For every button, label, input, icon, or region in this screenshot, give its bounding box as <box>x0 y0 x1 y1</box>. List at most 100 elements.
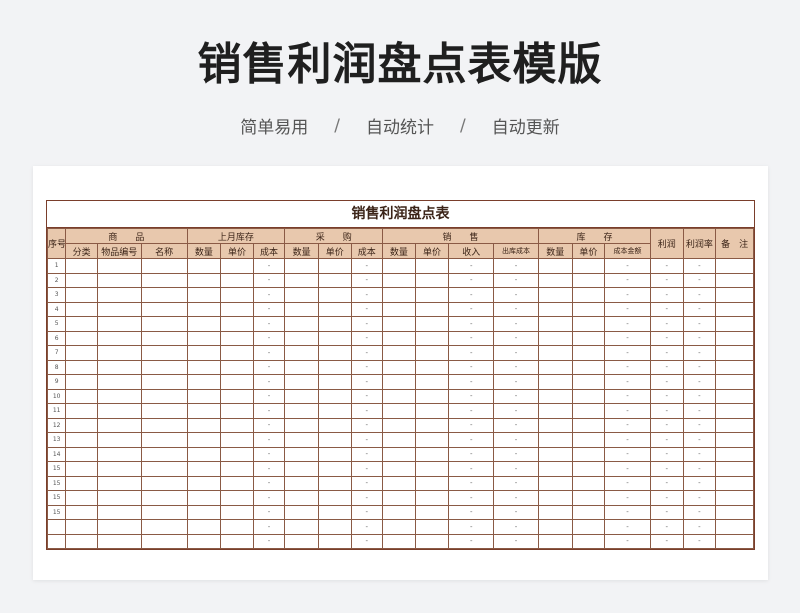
table-cell[interactable] <box>140 533 188 549</box>
table-cell[interactable] <box>715 417 754 433</box>
table-cell[interactable] <box>284 287 319 303</box>
table-cell[interactable] <box>537 258 573 274</box>
table-cell[interactable] <box>414 272 450 288</box>
table-cell[interactable] <box>537 504 573 520</box>
row-seq[interactable]: 5 <box>46 316 67 332</box>
computed-cell[interactable]: - <box>448 432 495 448</box>
table-cell[interactable] <box>382 345 416 361</box>
table-cell[interactable] <box>186 345 222 361</box>
table-cell[interactable] <box>140 403 188 419</box>
computed-cell[interactable]: - <box>252 287 286 303</box>
table-cell[interactable] <box>284 359 319 375</box>
computed-cell[interactable]: - <box>493 403 539 419</box>
table-cell[interactable] <box>284 388 319 404</box>
computed-cell[interactable]: - <box>350 388 384 404</box>
table-cell[interactable] <box>317 490 352 506</box>
computed-cell[interactable]: - <box>493 258 539 274</box>
table-cell[interactable] <box>96 345 142 361</box>
table-cell[interactable] <box>537 533 573 549</box>
table-cell[interactable] <box>317 533 352 549</box>
table-cell[interactable] <box>220 403 254 419</box>
computed-cell[interactable]: - <box>350 316 384 332</box>
table-cell[interactable] <box>186 461 222 477</box>
table-cell[interactable] <box>284 533 319 549</box>
table-cell[interactable] <box>317 316 352 332</box>
table-cell[interactable] <box>414 301 450 317</box>
table-cell[interactable] <box>186 490 222 506</box>
computed-cell[interactable]: - <box>604 533 651 549</box>
table-cell[interactable] <box>186 432 222 448</box>
table-cell[interactable] <box>414 316 450 332</box>
row-seq[interactable]: 10 <box>46 388 67 404</box>
table-cell[interactable] <box>96 374 142 390</box>
computed-cell[interactable]: - <box>350 258 384 274</box>
computed-cell[interactable]: - <box>493 345 539 361</box>
table-cell[interactable] <box>284 272 319 288</box>
row-seq[interactable]: 6 <box>46 330 67 346</box>
computed-cell[interactable]: - <box>252 272 286 288</box>
computed-cell[interactable]: - <box>649 345 684 361</box>
computed-cell[interactable]: - <box>649 272 684 288</box>
table-cell[interactable] <box>186 519 222 535</box>
table-cell[interactable] <box>186 533 222 549</box>
table-cell[interactable] <box>715 519 754 535</box>
table-cell[interactable] <box>284 374 319 390</box>
table-cell[interactable] <box>186 359 222 375</box>
computed-cell[interactable]: - <box>682 359 717 375</box>
computed-cell[interactable]: - <box>649 417 684 433</box>
computed-cell[interactable]: - <box>350 330 384 346</box>
table-cell[interactable] <box>96 316 142 332</box>
table-cell[interactable] <box>140 316 188 332</box>
table-cell[interactable] <box>96 519 142 535</box>
computed-cell[interactable]: - <box>682 258 717 274</box>
computed-cell[interactable]: - <box>649 403 684 419</box>
computed-cell[interactable]: - <box>493 432 539 448</box>
table-cell[interactable] <box>317 301 352 317</box>
table-cell[interactable] <box>140 374 188 390</box>
computed-cell[interactable]: - <box>252 258 286 274</box>
table-cell[interactable] <box>317 287 352 303</box>
table-cell[interactable] <box>220 490 254 506</box>
row-seq[interactable] <box>46 519 67 535</box>
computed-cell[interactable]: - <box>649 258 684 274</box>
table-cell[interactable] <box>537 388 573 404</box>
computed-cell[interactable]: - <box>350 446 384 462</box>
table-cell[interactable] <box>382 432 416 448</box>
table-cell[interactable] <box>220 519 254 535</box>
computed-cell[interactable]: - <box>350 417 384 433</box>
row-seq[interactable]: 15 <box>46 490 67 506</box>
table-cell[interactable] <box>96 432 142 448</box>
table-cell[interactable] <box>96 330 142 346</box>
computed-cell[interactable]: - <box>448 490 495 506</box>
computed-cell[interactable]: - <box>682 519 717 535</box>
table-cell[interactable] <box>96 258 142 274</box>
table-cell[interactable] <box>537 432 573 448</box>
table-cell[interactable] <box>571 490 606 506</box>
table-cell[interactable] <box>715 533 754 549</box>
computed-cell[interactable]: - <box>350 345 384 361</box>
computed-cell[interactable]: - <box>682 345 717 361</box>
table-cell[interactable] <box>220 446 254 462</box>
table-cell[interactable] <box>571 475 606 491</box>
computed-cell[interactable]: - <box>252 504 286 520</box>
table-cell[interactable] <box>96 359 142 375</box>
row-seq[interactable]: 3 <box>46 287 67 303</box>
computed-cell[interactable]: - <box>448 345 495 361</box>
computed-cell[interactable]: - <box>350 287 384 303</box>
computed-cell[interactable]: - <box>252 345 286 361</box>
computed-cell[interactable]: - <box>350 359 384 375</box>
table-cell[interactable] <box>414 359 450 375</box>
table-cell[interactable] <box>537 330 573 346</box>
table-cell[interactable] <box>715 461 754 477</box>
computed-cell[interactable]: - <box>682 461 717 477</box>
computed-cell[interactable]: - <box>649 475 684 491</box>
table-cell[interactable] <box>715 490 754 506</box>
table-cell[interactable] <box>317 345 352 361</box>
computed-cell[interactable]: - <box>604 519 651 535</box>
table-cell[interactable] <box>382 533 416 549</box>
table-cell[interactable] <box>715 301 754 317</box>
computed-cell[interactable]: - <box>493 374 539 390</box>
table-cell[interactable] <box>414 417 450 433</box>
table-cell[interactable] <box>571 330 606 346</box>
table-cell[interactable] <box>96 403 142 419</box>
